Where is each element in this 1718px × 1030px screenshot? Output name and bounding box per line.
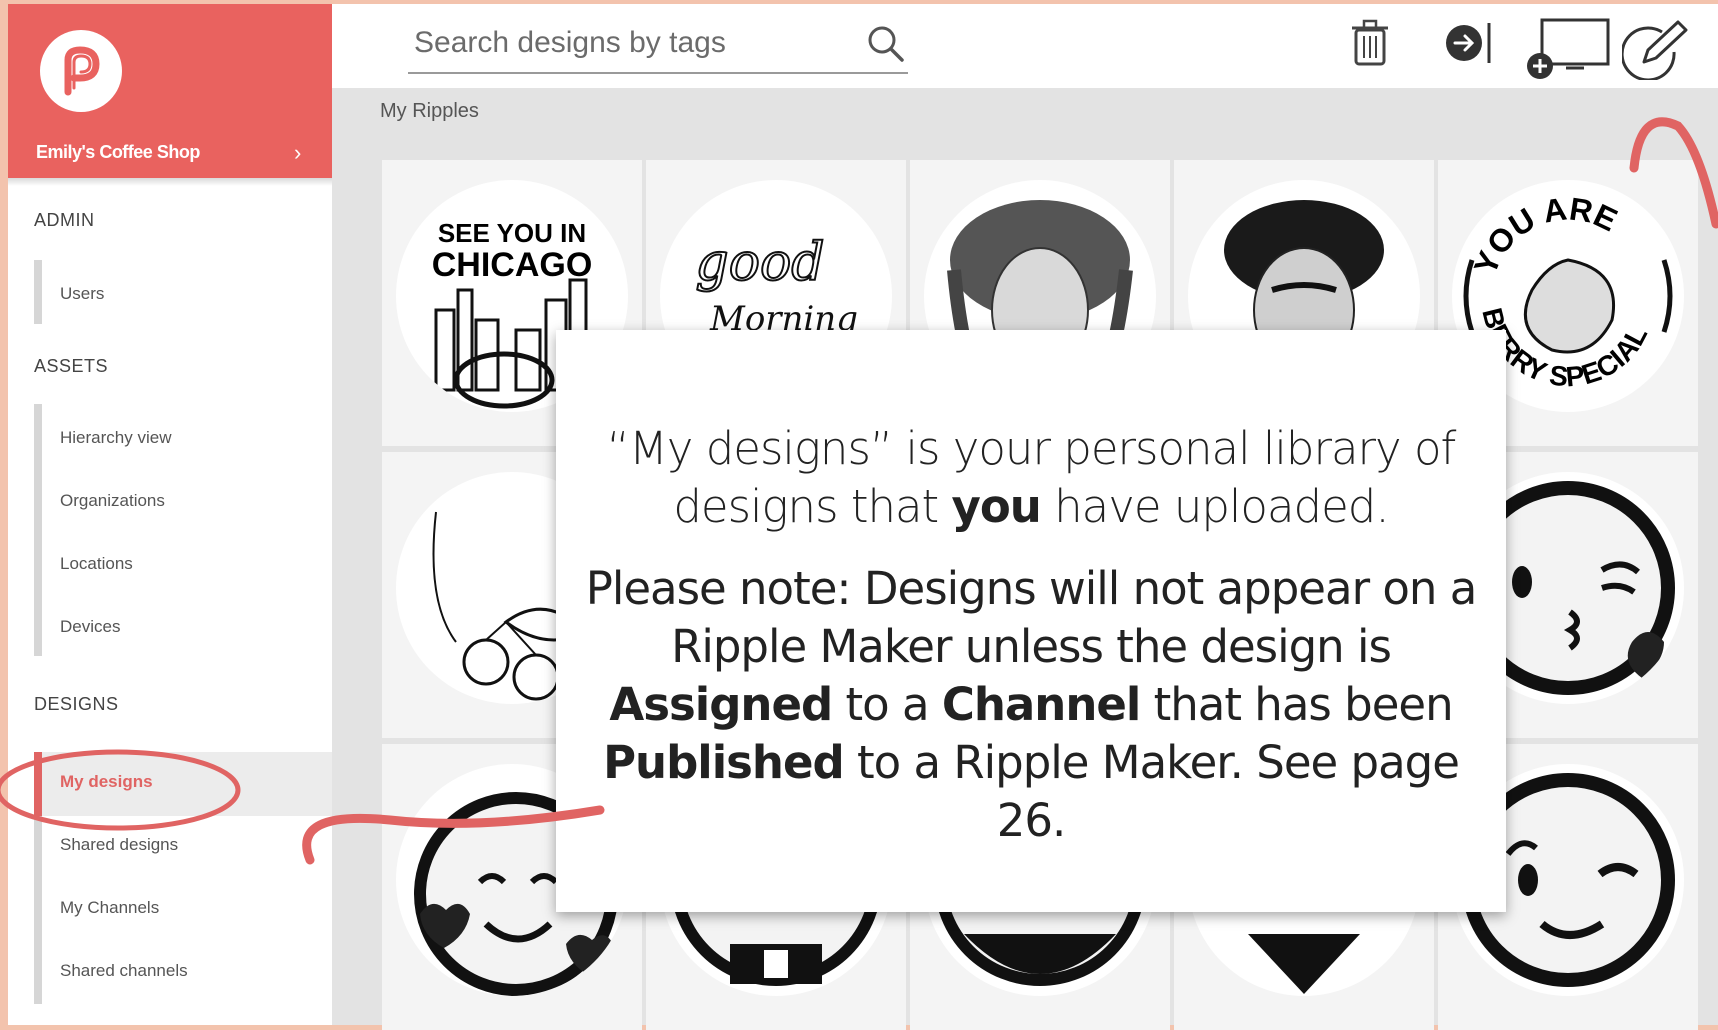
sidebar-item-hierarchy-view[interactable]: Hierarchy view (60, 428, 171, 448)
section-line (34, 260, 42, 324)
section-designs: DESIGNS (34, 694, 119, 714)
sidebar-item-users[interactable]: Users (60, 284, 104, 304)
sidebar-item-locations[interactable]: Locations (60, 554, 133, 574)
callout-text: to a Ripple Maker. See page 26. (843, 736, 1460, 847)
top-bar (332, 4, 1718, 88)
callout-text: to a (832, 678, 942, 731)
info-callout: “My designs” is your personal library of… (556, 330, 1506, 912)
search-input[interactable] (412, 22, 836, 64)
search-underline (408, 72, 908, 74)
add-display-icon[interactable] (1522, 18, 1612, 80)
callout-text: Please note: Designs will not appear on … (585, 562, 1478, 673)
chevron-right-icon[interactable]: › (294, 140, 301, 166)
section-admin: ADMIN (34, 210, 95, 230)
breadcrumb: My Ripples (380, 100, 479, 122)
design-text: CHICAGO (432, 246, 593, 284)
callout-emphasis: Assigned (609, 678, 833, 731)
brand-header[interactable]: Emily's Coffee Shop › (8, 4, 332, 178)
design-text: good (695, 233, 824, 293)
sidebar-item-label[interactable]: My designs (60, 772, 153, 792)
section-line (34, 404, 42, 656)
callout-emphasis: Channel (941, 678, 1141, 731)
trash-icon[interactable] (1350, 18, 1390, 68)
sidebar-item-organizations[interactable]: Organizations (60, 491, 165, 511)
sidebar-item-shared-channels[interactable]: Shared channels (60, 961, 188, 981)
arrow-to-end-icon[interactable] (1444, 18, 1494, 68)
callout-text: that has been (1140, 678, 1454, 731)
sidebar-item-devices[interactable]: Devices (60, 617, 120, 637)
active-indicator (34, 752, 42, 816)
callout-text: have uploaded. (1040, 480, 1390, 533)
sidebar-item-shared-designs[interactable]: Shared designs (60, 835, 178, 855)
divider (8, 178, 332, 186)
shop-name: Emily's Coffee Shop (36, 142, 200, 162)
edit-icon[interactable] (1622, 18, 1690, 80)
ripples-logo (40, 30, 122, 112)
design-text: SEE YOU IN (438, 218, 586, 248)
callout-paragraph: “My designs” is your personal library of… (576, 420, 1486, 536)
callout-emphasis: you (951, 480, 1042, 533)
callout-emphasis: Published (603, 736, 845, 789)
sidebar: Emily's Coffee Shop › ADMIN Users ASSETS… (8, 4, 332, 1025)
design-text: YOU ARE (1467, 190, 1623, 279)
svg-text:YOU ARE: YOU ARE (1467, 190, 1623, 279)
section-assets: ASSETS (34, 356, 109, 376)
callout-paragraph: Please note: Designs will not appear on … (576, 560, 1486, 850)
sidebar-item-my-channels[interactable]: My Channels (60, 898, 159, 918)
search-icon[interactable] (866, 24, 906, 64)
